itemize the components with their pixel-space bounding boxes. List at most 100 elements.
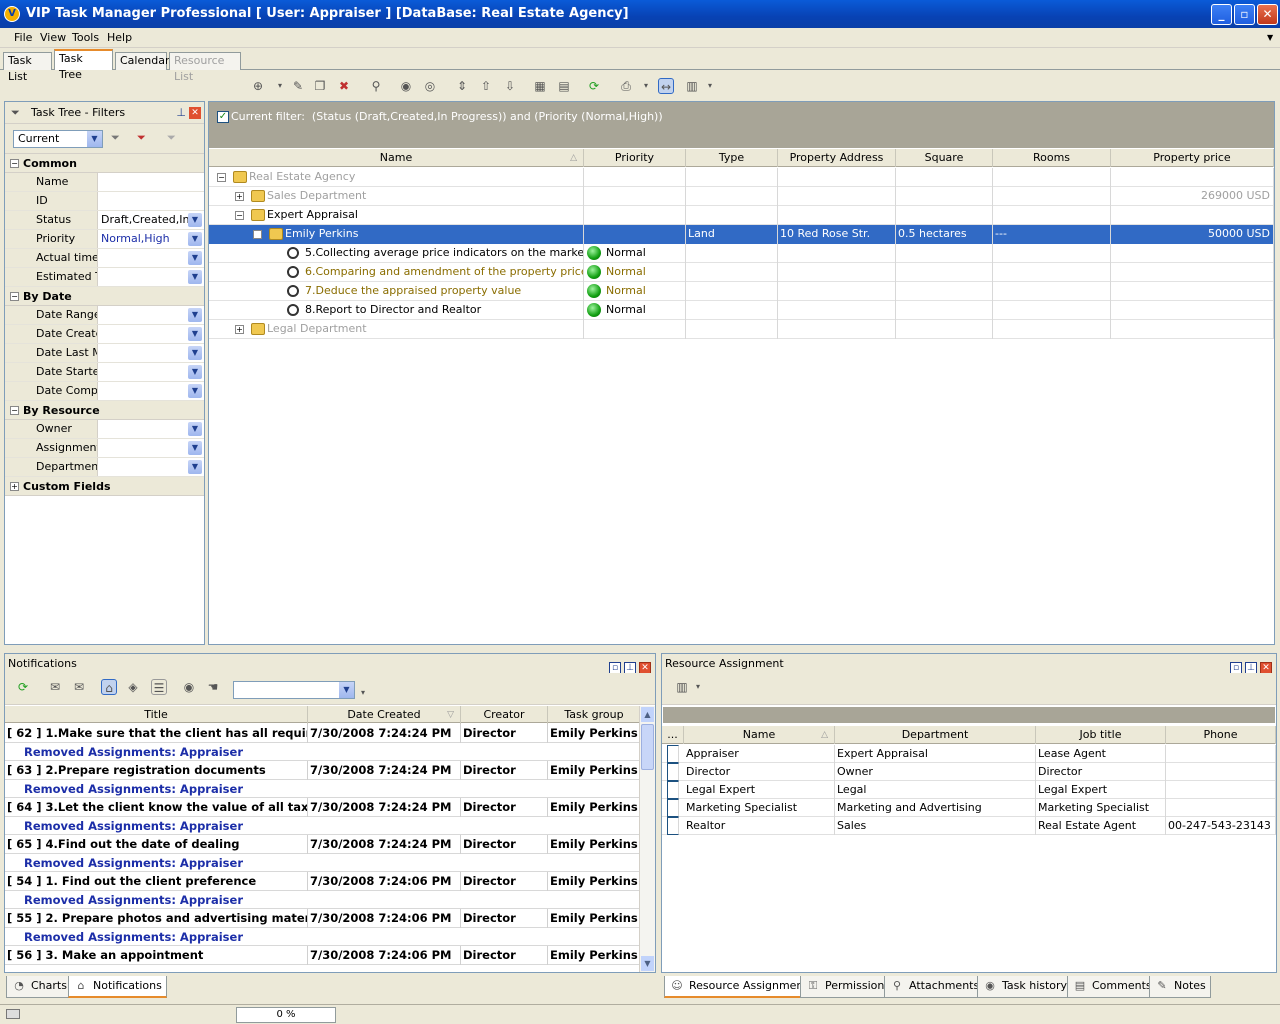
pin-icon[interactable]: ⊥ bbox=[176, 102, 186, 124]
filter-value[interactable]: Draft,Created,In F bbox=[99, 211, 189, 229]
resource-checkbox[interactable] bbox=[667, 781, 679, 799]
column-header-property-address[interactable]: Property Address bbox=[778, 149, 896, 167]
delete-task-icon[interactable]: ✖ bbox=[336, 78, 352, 94]
resource-row[interactable]: Marketing Specialist Marketing and Advert… bbox=[662, 799, 1276, 817]
column-header-name[interactable]: Name △ bbox=[209, 149, 584, 167]
collapse-icon[interactable]: − bbox=[235, 211, 244, 220]
filter-row-date-completed[interactable]: Date Comple ▼ bbox=[5, 382, 204, 401]
move-icon[interactable]: ⇕ bbox=[454, 78, 470, 94]
edit-task-icon[interactable]: ✎ bbox=[290, 78, 306, 94]
tab-calendar[interactable]: Calendar bbox=[115, 52, 169, 70]
tree-row[interactable]: + Sales Department 269000 USD bbox=[209, 187, 1274, 206]
filter-row-assignment[interactable]: Assignment ▼ bbox=[5, 439, 204, 458]
filter-row-priority[interactable]: Priority Normal,High ▼ bbox=[5, 230, 204, 249]
notification-row[interactable]: [ 62 ] 1.Make sure that the client has a… bbox=[5, 724, 641, 743]
tab-permissions[interactable]: ⚿ Permissions bbox=[800, 976, 896, 998]
chevron-down-icon[interactable]: ▼ bbox=[188, 232, 202, 246]
apply-filter-icon[interactable]: ⏷ bbox=[111, 131, 120, 145]
resource-checkbox[interactable] bbox=[667, 799, 679, 817]
chevron-down-icon[interactable]: ▼ bbox=[188, 441, 202, 455]
resource-row[interactable]: Legal Expert Legal Legal Expert bbox=[662, 781, 1276, 799]
tab-resource-assignment[interactable]: ☺ Resource Assignment bbox=[664, 976, 813, 998]
tree-row[interactable]: 5.Collecting average price indicators on… bbox=[209, 244, 1274, 263]
column-header-job-title[interactable]: Job title bbox=[1036, 726, 1166, 744]
filter-section-by-date[interactable]: − By Date bbox=[5, 287, 204, 306]
tree-row[interactable]: − Real Estate Agency bbox=[209, 168, 1274, 187]
tab-task-list[interactable]: Task List bbox=[3, 52, 52, 83]
resource-checkbox[interactable] bbox=[667, 763, 679, 781]
filter-row-date-range[interactable]: Date Range ▼ bbox=[5, 306, 204, 325]
chevron-down-icon[interactable]: ▼ bbox=[188, 460, 202, 474]
column-header-name[interactable]: Name △ bbox=[684, 726, 835, 744]
collapse-all-icon[interactable]: ▤ bbox=[556, 78, 572, 94]
add-task-icon[interactable]: ⊕ bbox=[250, 78, 266, 94]
tab-resource-list[interactable]: Resource List bbox=[169, 52, 241, 83]
minimize-button[interactable]: _ bbox=[1211, 4, 1232, 25]
column-header-title[interactable]: Title bbox=[5, 706, 308, 724]
task-icon[interactable]: ◉ bbox=[398, 78, 414, 94]
expand-icon[interactable]: + bbox=[235, 325, 244, 334]
notification-filter-select[interactable]: ▼ bbox=[233, 681, 355, 699]
column-header-select[interactable]: ... bbox=[662, 726, 684, 744]
columns-dropdown-icon[interactable]: ▾ bbox=[702, 78, 718, 94]
resource-row[interactable]: Director Owner Director bbox=[662, 763, 1276, 781]
resource-checkbox[interactable] bbox=[667, 745, 679, 763]
move-up-icon[interactable]: ⇧ bbox=[478, 78, 494, 94]
notification-row[interactable]: [ 63 ] 2.Prepare registration documents 7… bbox=[5, 761, 641, 780]
menu-file[interactable]: File bbox=[14, 31, 32, 44]
menu-tools[interactable]: Tools bbox=[72, 31, 99, 44]
remove-filter-icon[interactable]: ⏷ bbox=[167, 131, 176, 145]
filter-section-by-resource[interactable]: − By Resource bbox=[5, 401, 204, 420]
column-header-type[interactable]: Type bbox=[686, 149, 778, 167]
notification-row[interactable]: [ 64 ] 3.Let the client know the value o… bbox=[5, 798, 641, 817]
notification-row[interactable]: [ 56 ] 3. Make an appointment 7/30/2008 7… bbox=[5, 946, 641, 965]
chevron-down-icon[interactable]: ▼ bbox=[188, 422, 202, 436]
filter-row-department[interactable]: Department ▼ bbox=[5, 458, 204, 477]
chevron-down-icon[interactable]: ▼ bbox=[188, 384, 202, 398]
filter-row-id[interactable]: ID bbox=[5, 192, 204, 211]
column-header-date-created[interactable]: Date Created ▽ bbox=[308, 706, 461, 724]
hand-icon[interactable]: ☚ bbox=[205, 679, 221, 695]
tab-task-tree[interactable]: Task Tree bbox=[54, 49, 113, 81]
filter-row-actual-time[interactable]: Actual time ▼ bbox=[5, 249, 204, 268]
filter-value[interactable]: Normal,High bbox=[99, 230, 189, 248]
column-header-rooms[interactable]: Rooms bbox=[993, 149, 1111, 167]
filter-row-owner[interactable]: Owner ▼ bbox=[5, 420, 204, 439]
print-icon[interactable]: ⎙ bbox=[618, 78, 634, 94]
notification-row[interactable]: [ 54 ] 1. Find out the client preference… bbox=[5, 872, 641, 891]
expand-icon[interactable]: + bbox=[235, 192, 244, 201]
close-button[interactable]: ✕ bbox=[1257, 4, 1278, 25]
filter-row-date-last-modified[interactable]: Date Last M ▼ bbox=[5, 344, 204, 363]
filter-row-status[interactable]: StatusDraft,Created,In F▼ bbox=[5, 211, 204, 230]
filter-row-name[interactable]: Name bbox=[5, 173, 204, 192]
filter-section-common[interactable]: − Common bbox=[5, 154, 204, 173]
column-header-property-price[interactable]: Property price bbox=[1111, 149, 1274, 167]
toolbar-overflow-icon[interactable]: ▾ bbox=[355, 685, 371, 701]
collapse-icon[interactable]: − bbox=[217, 173, 226, 182]
tab-task-history[interactable]: ◉ Task history bbox=[977, 976, 1073, 998]
chevron-down-icon[interactable]: ▼ bbox=[188, 327, 202, 341]
tree-row[interactable]: 8.Report to Director and Realtor Normal bbox=[209, 301, 1274, 320]
column-header-creator[interactable]: Creator bbox=[461, 706, 548, 724]
column-header-square[interactable]: Square bbox=[896, 149, 993, 167]
fit-columns-icon[interactable]: ↔ bbox=[658, 78, 674, 94]
columns-dropdown-icon[interactable]: ▾ bbox=[690, 679, 706, 695]
filter-preset-select[interactable]: Current ▼ bbox=[13, 130, 103, 148]
columns-icon[interactable]: ▥ bbox=[674, 679, 690, 695]
add-dropdown-icon[interactable]: ▾ bbox=[272, 78, 288, 94]
column-header-phone[interactable]: Phone bbox=[1166, 726, 1276, 744]
refresh-icon[interactable]: ⟳ bbox=[15, 679, 31, 695]
tab-charts[interactable]: ◔ Charts bbox=[6, 976, 72, 998]
notification-row[interactable]: [ 55 ] 2. Prepare photos and advertising… bbox=[5, 909, 641, 928]
scroll-up-icon[interactable]: ▲ bbox=[641, 707, 654, 722]
task-icon[interactable]: ◉ bbox=[181, 679, 197, 695]
tab-notifications[interactable]: ⌂ Notifications bbox=[68, 976, 167, 998]
filter-enabled-checkbox[interactable]: ✓ bbox=[217, 111, 229, 123]
tree-row[interactable]: − Emily Perkins Land 10 Red Rose Str. 0.5 he… bbox=[209, 225, 1274, 244]
close-panel-icon[interactable]: ✕ bbox=[189, 107, 201, 119]
view-inbox-icon[interactable]: ⌂ bbox=[101, 679, 117, 695]
chevron-down-icon[interactable]: ▼ bbox=[188, 251, 202, 265]
tab-comments[interactable]: ▤ Comments bbox=[1067, 976, 1157, 998]
filter-row-estimated-time[interactable]: Estimated Ti ▼ bbox=[5, 268, 204, 287]
collapse-icon[interactable]: − bbox=[253, 230, 262, 239]
